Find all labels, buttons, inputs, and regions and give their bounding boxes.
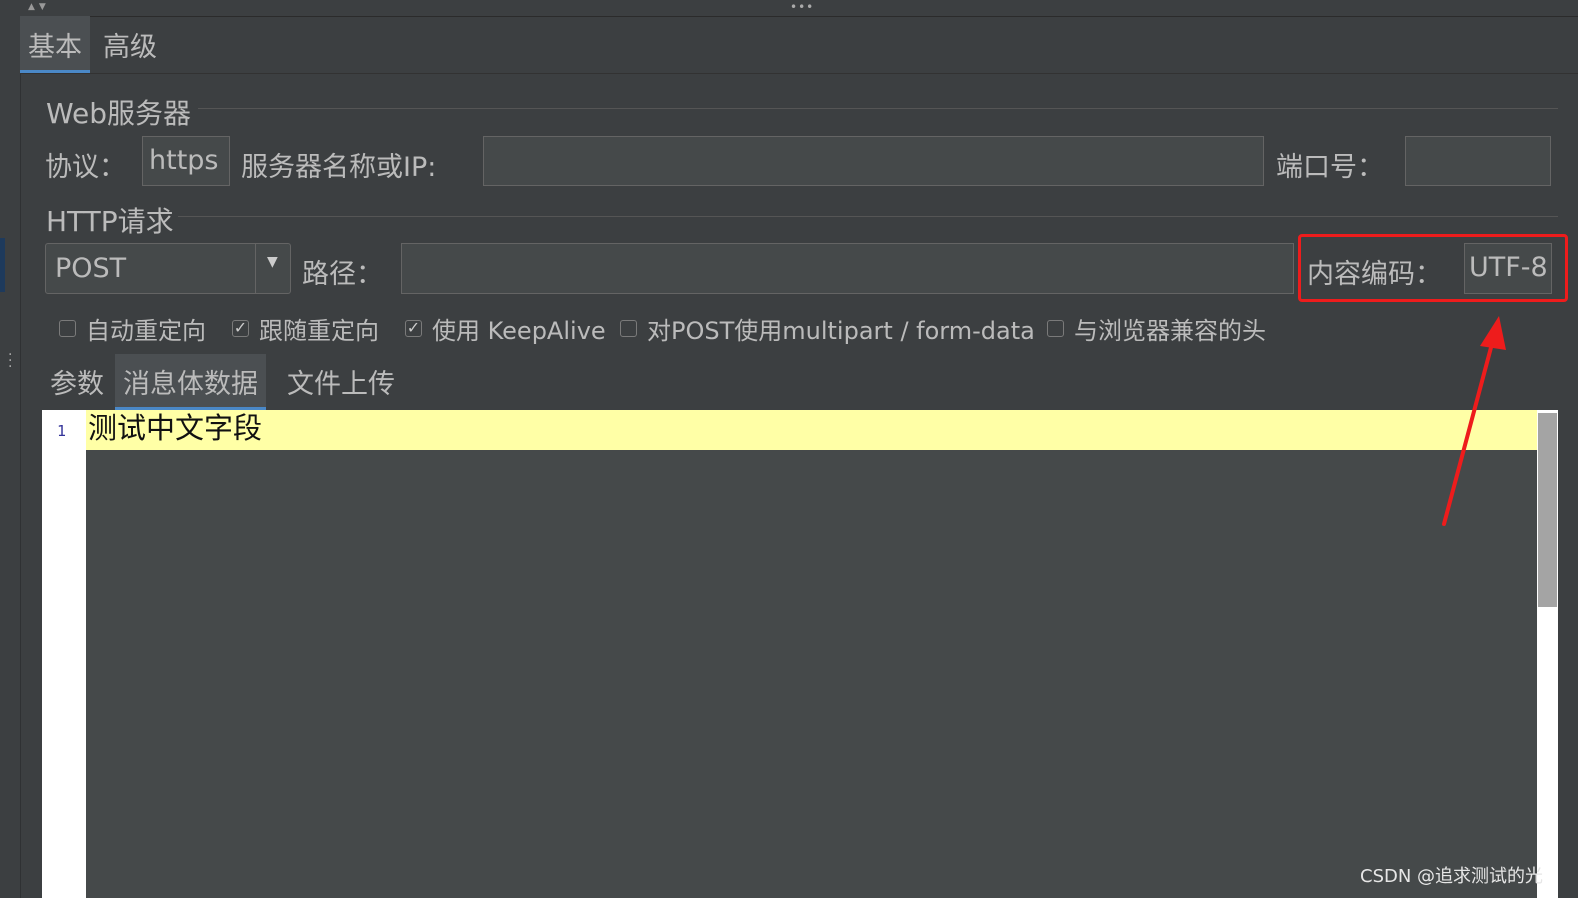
http-request-section-title: HTTP请求 [46,205,174,238]
checkbox-icon[interactable] [620,320,637,337]
checkbox-follow-redirects[interactable]: ✓ 跟随重定向 [232,311,379,346]
method-select[interactable]: POST ▼ [45,243,291,294]
protocol-label: 协议： [45,152,126,183]
annotation-arrow-icon [1442,316,1506,526]
server-name-input[interactable] [483,136,1264,186]
method-value: POST [55,253,127,284]
vertical-scrollbar[interactable] [1537,410,1558,898]
tab-basic[interactable]: 基本 [20,16,90,73]
section-divider [178,216,1558,217]
checkbox-auto-redirect[interactable]: 自动重定向 [59,311,206,346]
checkbox-icon[interactable] [59,320,76,337]
option-label: 自动重定向 [86,317,206,345]
protocol-input[interactable]: https [142,136,230,186]
splitter-grip-icon[interactable]: ••• [790,0,814,14]
path-input[interactable] [401,243,1294,294]
vertical-grip-icon[interactable]: · · · [8,348,12,374]
tab-body-data[interactable]: 消息体数据 [115,354,266,410]
server-name-label: 服务器名称或IP: [241,152,437,183]
editor-line-text[interactable]: 测试中文字段 [88,410,262,446]
option-label: 对POST使用multipart / form-data [647,317,1035,345]
checkbox-multipart[interactable]: 对POST使用multipart / form-data [620,311,1035,346]
checkbox-browser-compatible-headers[interactable]: 与浏览器兼容的头 [1047,311,1266,346]
checked-checkbox-icon[interactable]: ✓ [232,320,249,337]
scrollbar-thumb[interactable] [1538,413,1557,607]
left-tree-strip: · · · [0,16,21,898]
annotation-highlight-box [1298,234,1568,302]
line-number-gutter: 1 [42,410,86,898]
option-label: 使用 KeepAlive [432,317,606,345]
method-dropdown-button[interactable]: ▼ [255,244,290,293]
current-line-highlight [86,410,1537,450]
section-divider [198,108,1558,109]
web-server-section-title: Web服务器 [46,97,192,130]
main-tab-bar: 基本 高级 [20,16,1578,74]
tab-file-upload[interactable]: 文件上传 [279,354,403,410]
collapse-arrows-icon[interactable]: ▲▼ [28,2,50,12]
port-label: 端口号： [1276,152,1384,183]
body-data-editor[interactable]: 1 测试中文字段 [42,410,1558,898]
option-label: 与浏览器兼容的头 [1074,317,1266,345]
selection-marker [0,238,5,292]
chevron-down-icon: ▼ [267,254,278,270]
top-splitter-bar[interactable]: ▲▼ ••• [0,0,1578,17]
path-label: 路径： [302,259,383,290]
checkbox-icon[interactable] [1047,320,1064,337]
watermark: CSDN @追求测试的光 [1360,866,1544,887]
tab-parameters[interactable]: 参数 [42,354,112,410]
arrow-shaft [1442,338,1495,526]
checkbox-keepalive[interactable]: ✓ 使用 KeepAlive [405,311,606,346]
option-label: 跟随重定向 [259,317,379,345]
checked-checkbox-icon[interactable]: ✓ [405,320,422,337]
tab-advanced[interactable]: 高级 [95,16,165,73]
arrow-head [1480,316,1506,350]
line-number: 1 [57,422,67,440]
port-input[interactable] [1405,136,1551,186]
